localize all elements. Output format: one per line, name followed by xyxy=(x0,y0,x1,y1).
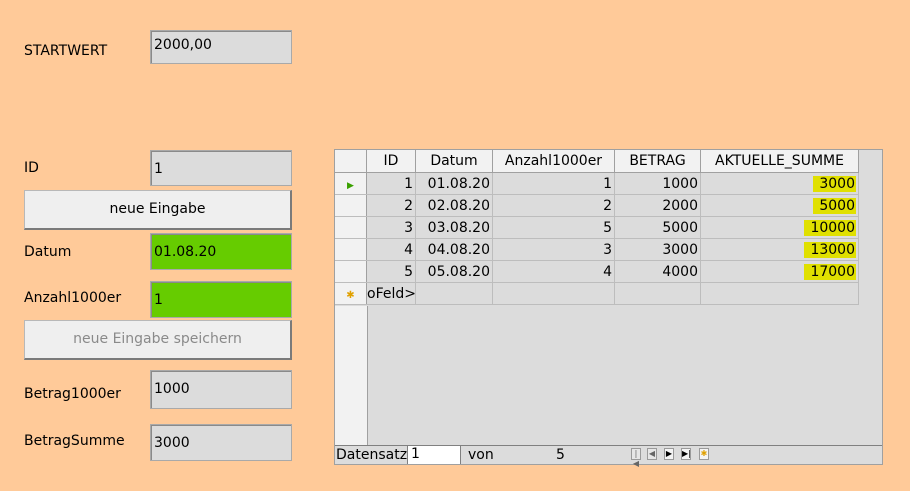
cell-datum[interactable]: 03.08.20 xyxy=(415,216,493,239)
betragsumme-label: BetragSumme xyxy=(24,433,125,449)
cell-id[interactable]: 5 xyxy=(366,260,416,283)
table-row[interactable]: 5 05.08.20 4 4000 17000 xyxy=(335,260,859,283)
new-record-star-icon: ✱ xyxy=(346,289,355,301)
id-label: ID xyxy=(24,160,39,176)
cell-aktuelle-summe[interactable]: 5000 xyxy=(700,194,859,217)
anzahl1000er-field[interactable]: 1 xyxy=(150,281,292,318)
table-row[interactable]: 3 03.08.20 5 5000 10000 xyxy=(335,216,859,239)
column-header-datum[interactable]: Datum xyxy=(415,150,493,173)
highlighted-sum: 17000 xyxy=(804,263,856,280)
record-count: 5 xyxy=(556,447,565,463)
new-record-icon[interactable]: ✱ xyxy=(699,448,709,460)
records-grid[interactable]: ID Datum Anzahl1000er BETRAG AKTUELLE_SU… xyxy=(335,150,859,305)
anzahl1000er-label: Anzahl1000er xyxy=(24,290,122,306)
row-header[interactable] xyxy=(335,260,367,283)
betrag1000er-field[interactable]: 1000 xyxy=(150,370,292,409)
datum-label: Datum xyxy=(24,244,72,260)
cell-anzahl1000er[interactable]: 2 xyxy=(492,194,615,217)
cell-id[interactable]: 3 xyxy=(366,216,416,239)
new-record-row[interactable]: ✱ oFeld> xyxy=(335,282,859,305)
first-record-icon[interactable]: |◀ xyxy=(631,448,641,468)
row-header[interactable]: ▶ xyxy=(335,172,367,195)
cell-new-betrag[interactable] xyxy=(614,282,701,305)
last-record-icon[interactable]: ▶| xyxy=(681,448,691,460)
cell-datum[interactable]: 05.08.20 xyxy=(415,260,493,283)
row-header-column xyxy=(335,306,368,446)
cell-anzahl1000er[interactable]: 1 xyxy=(492,172,615,195)
column-header-aktuelle-summe[interactable]: AKTUELLE_SUMME xyxy=(700,150,859,173)
betragsumme-field[interactable]: 3000 xyxy=(150,424,292,461)
table-row[interactable]: 4 04.08.20 3 3000 13000 xyxy=(335,238,859,261)
row-header[interactable] xyxy=(335,194,367,217)
record-navigation-bar: Datensatz 1 von 5 |◀ ◀ ▶ ▶| ✱ xyxy=(335,445,882,468)
betrag1000er-label: Betrag1000er xyxy=(24,386,121,402)
cell-aktuelle-summe[interactable]: 17000 xyxy=(700,260,859,283)
column-header-betrag[interactable]: BETRAG xyxy=(614,150,701,173)
highlighted-sum: 5000 xyxy=(813,197,856,214)
datensatz-label: Datensatz xyxy=(336,447,408,463)
cell-betrag[interactable]: 3000 xyxy=(614,238,701,261)
highlighted-sum: 13000 xyxy=(804,241,856,258)
table-header-row: ID Datum Anzahl1000er BETRAG AKTUELLE_SU… xyxy=(335,150,859,173)
cell-new-anzahl1000er[interactable] xyxy=(492,282,615,305)
cell-new-aktuelle-summe[interactable] xyxy=(700,282,859,305)
cell-datum[interactable]: 01.08.20 xyxy=(415,172,493,195)
cell-aktuelle-summe[interactable]: 13000 xyxy=(700,238,859,261)
cell-anzahl1000er[interactable]: 3 xyxy=(492,238,615,261)
highlighted-sum: 10000 xyxy=(804,219,856,236)
cell-new-datum[interactable] xyxy=(415,282,493,305)
datum-field[interactable]: 01.08.20 xyxy=(150,233,292,270)
cell-aktuelle-summe[interactable]: 10000 xyxy=(700,216,859,239)
cell-id[interactable]: 4 xyxy=(366,238,416,261)
cell-betrag[interactable]: 5000 xyxy=(614,216,701,239)
cell-betrag[interactable]: 1000 xyxy=(614,172,701,195)
table-row[interactable]: ▶ 1 01.08.20 1 1000 3000 xyxy=(335,172,859,195)
next-record-icon[interactable]: ▶ xyxy=(664,448,674,460)
row-header[interactable]: ✱ xyxy=(335,282,367,305)
startwert-label: STARTWERT xyxy=(24,43,108,59)
play-triangle-icon: ▶ xyxy=(347,180,354,191)
cell-id[interactable]: 2 xyxy=(366,194,416,217)
cell-anzahl1000er[interactable]: 4 xyxy=(492,260,615,283)
previous-record-icon[interactable]: ◀ xyxy=(647,448,657,460)
cell-datum[interactable]: 02.08.20 xyxy=(415,194,493,217)
record-number-field[interactable]: 1 xyxy=(407,446,461,464)
highlighted-sum: 3000 xyxy=(813,175,856,192)
corner-cell xyxy=(335,150,367,173)
column-header-anzahl1000er[interactable]: Anzahl1000er xyxy=(492,150,615,173)
cell-datum[interactable]: 04.08.20 xyxy=(415,238,493,261)
cell-new-id[interactable]: oFeld> xyxy=(366,282,416,305)
neue-eingabe-button[interactable]: neue Eingabe xyxy=(24,190,292,230)
cell-betrag[interactable]: 4000 xyxy=(614,260,701,283)
cell-id[interactable]: 1 xyxy=(366,172,416,195)
neue-eingabe-speichern-button[interactable]: neue Eingabe speichern xyxy=(24,320,292,360)
startwert-field[interactable]: 2000,00 xyxy=(150,30,292,64)
cell-anzahl1000er[interactable]: 5 xyxy=(492,216,615,239)
row-header[interactable] xyxy=(335,216,367,239)
row-header[interactable] xyxy=(335,238,367,261)
records-table[interactable]: ID Datum Anzahl1000er BETRAG AKTUELLE_SU… xyxy=(334,149,883,468)
table-row[interactable]: 2 02.08.20 2 2000 5000 xyxy=(335,194,859,217)
id-field[interactable]: 1 xyxy=(150,150,292,186)
von-label: von xyxy=(468,447,494,463)
cell-betrag[interactable]: 2000 xyxy=(614,194,701,217)
column-header-id[interactable]: ID xyxy=(366,150,416,173)
cell-aktuelle-summe[interactable]: 3000 xyxy=(700,172,859,195)
